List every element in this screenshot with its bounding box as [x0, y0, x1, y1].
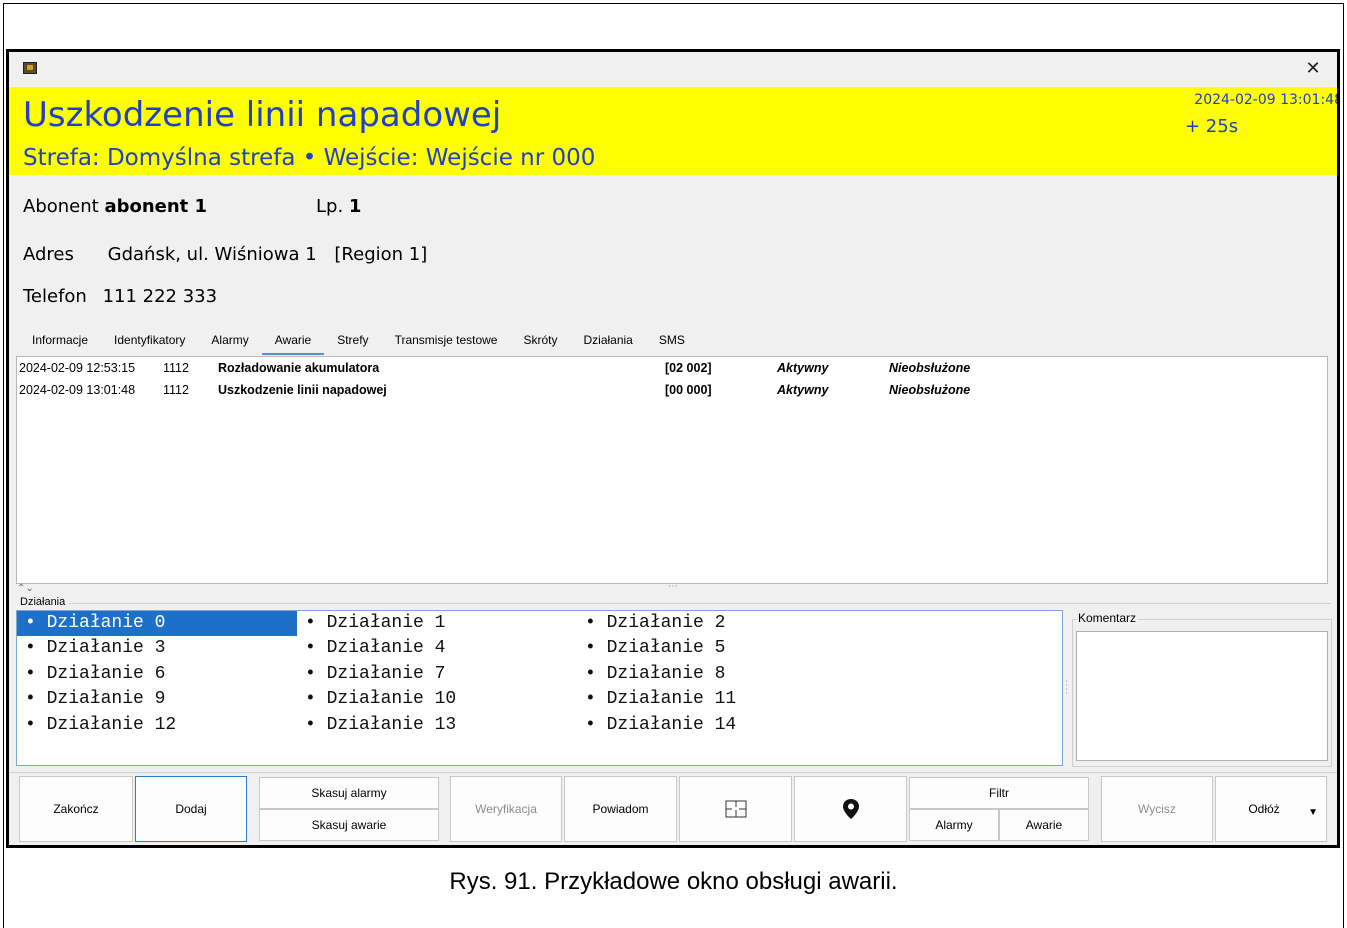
address-line: Adres Gdańsk, ul. Wiśniowa 1 [Region 1]: [23, 244, 427, 265]
event-zone: [02 002]: [665, 361, 712, 375]
action-item[interactable]: • Działanie 14: [577, 713, 857, 738]
postpone-label: Odłóż: [1248, 802, 1280, 816]
tab-sms[interactable]: SMS: [646, 329, 698, 355]
action-item[interactable]: • Działanie 4: [297, 636, 577, 661]
event-state: Aktywny: [777, 361, 829, 375]
address-label: Adres: [23, 244, 74, 265]
event-zone: [00 000]: [665, 383, 712, 397]
divider: [69, 603, 1331, 604]
event-description: Rozładowanie akumulatora: [218, 361, 380, 375]
event-date: 2024-02-09 13:01:48: [19, 383, 136, 397]
action-item[interactable]: • Działanie 1: [297, 611, 577, 636]
action-item[interactable]: • Działanie 7: [297, 662, 577, 687]
address-value: Gdańsk, ul. Wiśniowa 1: [107, 244, 317, 265]
event-row[interactable]: 2024-02-09 13:01:48 1112 Uszkodzenie lin…: [17, 379, 1327, 401]
mute-button[interactable]: Wycisz: [1101, 776, 1213, 842]
lp-line: Lp. 1: [316, 196, 361, 217]
action-item[interactable]: • Działanie 0: [17, 611, 297, 636]
event-date: 2024-02-09 12:53:15: [19, 361, 136, 375]
event-code: 1112: [163, 361, 189, 375]
splitter-handle-icon[interactable]: ⋯: [668, 581, 679, 592]
splitter-grip-icon[interactable]: · · · ·: [1065, 678, 1068, 699]
tab-alarmy[interactable]: Alarmy: [198, 329, 261, 355]
abonent-value: abonent 1: [104, 196, 208, 217]
tab-strefy[interactable]: Strefy: [324, 329, 381, 355]
event-description: Uszkodzenie linii napadowej: [218, 383, 387, 397]
tab-skroty[interactable]: Skróty: [510, 329, 570, 355]
event-state: Aktywny: [777, 383, 829, 397]
tab-informacje[interactable]: Informacje: [19, 329, 101, 355]
event-code: 1112: [163, 383, 189, 397]
tab-transmisje-testowe[interactable]: Transmisje testowe: [382, 329, 511, 355]
actions-list[interactable]: • Działanie 0 • Działanie 1 • Działanie …: [16, 610, 1063, 766]
comment-label: Komentarz: [1076, 611, 1139, 625]
region-value: [Region 1]: [334, 244, 428, 265]
action-item[interactable]: • Działanie 10: [297, 687, 577, 712]
phone-label: Telefon: [23, 286, 87, 307]
tab-bar: Informacje Identyfikatory Alarmy Awarie …: [19, 329, 698, 355]
floor-plan-button[interactable]: [679, 776, 792, 842]
filter-button[interactable]: Filtr: [909, 777, 1089, 809]
app-icon: [23, 62, 37, 74]
floor-plan-icon: [725, 800, 746, 818]
filter-alarms-button[interactable]: Alarmy: [909, 809, 999, 841]
phone-line: Telefon 111 222 333: [23, 286, 217, 307]
abonent-label: Abonent: [23, 196, 99, 217]
event-handling: Nieobsłużone: [889, 361, 971, 375]
action-item[interactable]: • Działanie 3: [17, 636, 297, 661]
action-item[interactable]: • Działanie 13: [297, 713, 577, 738]
clear-faults-button[interactable]: Skasuj awarie: [259, 809, 439, 841]
map-button[interactable]: [794, 776, 907, 842]
map-pin-icon: [842, 799, 859, 819]
verify-button[interactable]: Weryfikacja: [450, 776, 562, 842]
action-item[interactable]: • Działanie 11: [577, 687, 857, 712]
divider: [9, 772, 1337, 773]
event-subtitle: Strefa: Domyślna strefa • Wejście: Wejśc…: [23, 145, 596, 171]
alarm-handling-window: ✕ Uszkodzenie linii napadowej Strefa: Do…: [6, 49, 1340, 848]
collapse-chevron-icon[interactable]: ⌃⌄: [17, 583, 34, 594]
figure-caption: Rys. 91. Przykładowe okno obsługi awarii…: [449, 868, 898, 895]
action-item[interactable]: • Działanie 8: [577, 662, 857, 687]
close-button[interactable]: ✕: [1299, 56, 1327, 82]
event-title: Uszkodzenie linii napadowej: [23, 95, 502, 135]
lp-label: Lp.: [316, 196, 344, 217]
tab-dzialania[interactable]: Działania: [571, 329, 646, 355]
filter-faults-button[interactable]: Awarie: [999, 809, 1089, 841]
action-item[interactable]: • Działanie 9: [17, 687, 297, 712]
postpone-button[interactable]: Odłóż ▼: [1215, 776, 1327, 842]
action-item[interactable]: • Działanie 6: [17, 662, 297, 687]
event-timestamp: 2024-02-09 13:01:48: [1194, 92, 1340, 108]
event-handling: Nieobsłużone: [889, 383, 971, 397]
event-banner: Uszkodzenie linii napadowej Strefa: Domy…: [9, 87, 1337, 175]
dropdown-arrow-icon[interactable]: ▼: [1308, 807, 1318, 818]
tab-awarie[interactable]: Awarie: [261, 329, 325, 355]
event-row[interactable]: 2024-02-09 12:53:15 1112 Rozładowanie ak…: [17, 357, 1327, 379]
events-list[interactable]: 2024-02-09 12:53:15 1112 Rozładowanie ak…: [16, 356, 1328, 584]
action-item[interactable]: • Działanie 12: [17, 713, 297, 738]
abonent-line: Abonent abonent 1: [23, 196, 207, 217]
action-item[interactable]: • Działanie 5: [577, 636, 857, 661]
notify-button[interactable]: Powiadom: [564, 776, 677, 842]
lp-value: 1: [348, 196, 362, 217]
add-button[interactable]: Dodaj: [135, 776, 247, 842]
title-bar: ✕: [9, 52, 1337, 87]
clear-alarms-button[interactable]: Skasuj alarmy: [259, 777, 439, 809]
actions-label: Działania: [20, 596, 66, 608]
action-item[interactable]: • Działanie 2: [577, 611, 857, 636]
elapsed-time: + 25s: [1185, 116, 1239, 137]
finish-button[interactable]: Zakończ: [19, 776, 133, 842]
phone-value: 111 222 333: [102, 286, 218, 307]
comment-input[interactable]: [1076, 631, 1328, 761]
tab-identyfikatory[interactable]: Identyfikatory: [101, 329, 198, 355]
